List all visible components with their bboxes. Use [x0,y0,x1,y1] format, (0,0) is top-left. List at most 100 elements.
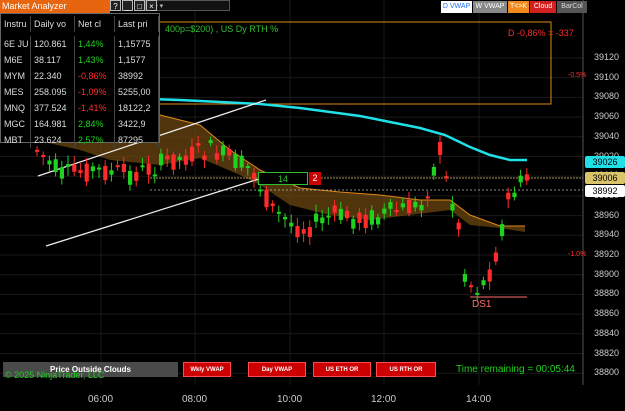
x-axis-label: 06:00 [88,394,114,405]
candle-body [121,164,126,173]
net-change-cell: 2,84% [75,116,115,132]
volume-cell: 258.095 [31,84,75,100]
candle-body [320,217,325,224]
candle-body [78,170,83,174]
candle-body [326,215,331,218]
toolbar-button-0[interactable]: D VWAP [441,1,472,13]
col-header-last-price[interactable]: Last pri [115,16,159,32]
candle-body [456,222,461,230]
last-price-cell: 1,15775 [115,36,159,52]
candle-body [500,224,505,237]
col-header-volume[interactable]: Daily vo [31,16,75,32]
candle-body [152,174,157,177]
candle-body [171,154,176,170]
candle-body [134,172,139,181]
market-analyzer-table: Instru Daily vo Net cl Last pri 6E JU 120… [0,13,160,148]
candle-body [90,166,95,172]
x-axis-label: 08:00 [182,394,208,405]
candle-body [214,153,219,160]
candle-body [53,159,58,173]
candle-body [35,149,40,152]
y-axis-label: 38860 [594,308,620,319]
candle-body [450,203,455,211]
net-change-cell: -0,86% [75,68,115,84]
candle-body [72,164,77,172]
last-price-tag: 38992 [585,185,625,197]
y-axis-label: 38960 [594,209,620,220]
candle-body [276,211,281,214]
candle-body [47,160,52,165]
last-price-cell: 87295 [115,132,159,148]
candle-body [252,172,257,180]
col-header-instrument[interactable]: Instru [1,16,31,32]
volume-cell: 164.981 [31,116,75,132]
candle-body [506,192,511,200]
candle-body [301,229,306,234]
y-axis-label: 38840 [594,327,620,338]
candle-body [202,155,207,161]
candle-body [400,203,405,208]
candle-body [388,202,393,209]
volume-cell: 377.524 [31,100,75,116]
candle-body [41,154,46,157]
candle-body [512,192,517,198]
candle-body [462,274,467,282]
candle-body [407,199,412,214]
toolbar-button-4[interactable]: BarCol [557,1,587,13]
col-header-net-change[interactable]: Net cl [75,16,115,32]
volume-cell: 38.117 [31,52,75,68]
net-change-cell: -1,41% [75,100,115,116]
candle-body [115,165,120,168]
candle-body [245,166,250,169]
candle-body [444,176,449,179]
y-axis-label: 38940 [594,229,620,240]
toolbar-button-2[interactable]: T<>K [508,1,529,13]
instrument-cell: 6E JU [1,36,31,52]
candle-body [84,163,89,182]
help-icon[interactable]: ? [110,0,121,11]
instrument-cell: MBT [1,132,31,148]
candle-body [419,204,424,211]
candle-body [413,201,418,208]
y-axis-label: 39040 [594,130,620,141]
wkly-vwap-button[interactable]: Wkly VWAP [183,362,231,377]
y-axis-label: 39060 [594,111,620,122]
close-icon[interactable]: × [146,0,157,11]
pct-label-lower: -1.0% [568,251,587,258]
maximize-icon[interactable]: □ [134,0,145,11]
ds1-label: DS1 [472,299,492,310]
last-price-cell: 3422,9 [115,116,159,132]
net-change-cell: 1,43% [75,52,115,68]
toolbar-button-3[interactable]: Cloud [530,1,556,13]
candle-body [239,155,244,168]
us-eth-or-button[interactable]: US ETH OR [313,362,371,377]
chart-header-text: 400p=$200) , US Dy RTH % [165,24,279,34]
y-axis-label: 39080 [594,91,620,102]
trade-badge: 2 [309,172,321,185]
candle-body [233,153,238,169]
candle-body [270,203,275,207]
instrument-cell: MES [1,84,31,100]
candle-body [146,163,151,175]
candle-body [227,149,232,156]
us-rth-or-button[interactable]: US RTH OR [376,362,436,377]
last-price-cell: 5255,00 [115,84,159,100]
candle-body [345,210,350,219]
candle-body [481,280,486,286]
toolbar-button-1[interactable]: W VWAP [473,1,507,13]
trade-count-box: 14 [258,172,308,185]
net-change-cell: -1,09% [75,84,115,100]
x-axis-label: 10:00 [277,394,303,405]
x-axis-label: 12:00 [371,394,397,405]
candle-body [357,212,362,224]
market-analyzer-title[interactable]: Market Analyzer [0,0,110,13]
last-price-cell: 1,1577 [115,52,159,68]
candle-body [363,214,368,229]
volume-cell: 22.340 [31,68,75,84]
candle-body [165,155,170,160]
minimize-icon[interactable]: _ [122,0,133,11]
day-vwap-button[interactable]: Day VWAP [248,362,306,377]
instrument-cell: MGC [1,116,31,132]
candle-body [59,167,64,179]
timeframe-dropdown[interactable]: ute ▾ [145,0,230,11]
